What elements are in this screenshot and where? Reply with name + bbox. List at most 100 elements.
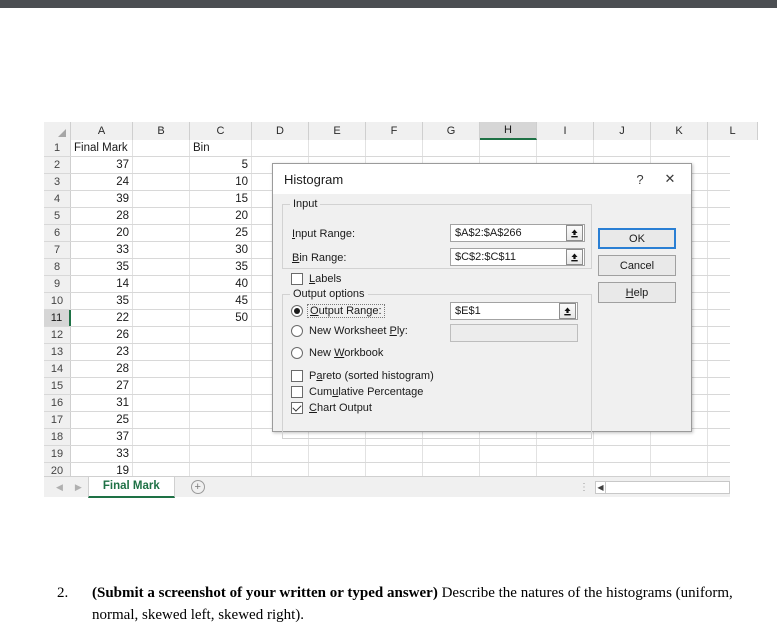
cell-L10[interactable] [708,293,730,309]
row-header-17[interactable]: 17 [44,412,71,428]
cell-D1[interactable] [252,140,309,156]
cell-A8[interactable]: 35 [71,259,133,275]
cell-C14[interactable] [190,361,252,377]
chart-output-checkbox[interactable] [291,402,303,414]
cell-L16[interactable] [708,395,730,411]
cumulative-percentage-checkbox[interactable] [291,386,303,398]
output-range-input[interactable] [451,303,559,319]
output-range-field[interactable] [450,302,578,320]
sheet-tab-final-mark[interactable]: Final Mark [87,476,175,498]
new-worksheet-ply-field[interactable] [450,324,578,342]
cell-A17[interactable]: 25 [71,412,133,428]
row-header-7[interactable]: 7 [44,242,71,258]
cell-K19[interactable] [651,446,708,462]
cell-L2[interactable] [708,157,730,173]
horizontal-scrollbar[interactable]: ◀ [595,480,730,494]
cell-I1[interactable] [537,140,594,156]
row-header-13[interactable]: 13 [44,344,71,360]
column-header-a[interactable]: A [71,122,133,140]
prev-sheet-icon[interactable]: ◀ [56,482,63,493]
column-header-k[interactable]: K [651,122,708,140]
labels-checkbox[interactable] [291,273,303,285]
cell-C10[interactable]: 45 [190,293,252,309]
cell-C12[interactable] [190,327,252,343]
bin-range-collapse-icon[interactable] [566,249,583,265]
cell-C8[interactable]: 35 [190,259,252,275]
cell-G1[interactable] [423,140,480,156]
cell-A2[interactable]: 37 [71,157,133,173]
cell-B11[interactable] [133,310,190,326]
row-header-10[interactable]: 10 [44,293,71,309]
cell-B8[interactable] [133,259,190,275]
cell-L18[interactable] [708,429,730,445]
new-worksheet-radio-row[interactable]: New Worksheet Ply: [291,325,408,337]
cell-G19[interactable] [423,446,480,462]
cell-E19[interactable] [309,446,366,462]
cell-L17[interactable] [708,412,730,428]
new-workbook-radio[interactable] [291,347,303,359]
cell-C9[interactable]: 40 [190,276,252,292]
cell-B15[interactable] [133,378,190,394]
select-all-corner[interactable] [44,122,71,140]
cell-B14[interactable] [133,361,190,377]
cell-A11[interactable]: 22 [71,310,133,326]
cell-K1[interactable] [651,140,708,156]
cell-A9[interactable]: 14 [71,276,133,292]
cell-L8[interactable] [708,259,730,275]
cell-B2[interactable] [133,157,190,173]
cell-L7[interactable] [708,242,730,258]
cell-B19[interactable] [133,446,190,462]
cell-A15[interactable]: 27 [71,378,133,394]
ok-button[interactable]: OK [598,228,676,249]
cell-C18[interactable] [190,429,252,445]
cell-A10[interactable]: 35 [71,293,133,309]
cell-L14[interactable] [708,361,730,377]
help-button[interactable]: Help [598,282,676,303]
cell-C13[interactable] [190,344,252,360]
cell-L9[interactable] [708,276,730,292]
new-worksheet-radio[interactable] [291,325,303,337]
bin-range-input[interactable] [451,249,566,265]
cell-L15[interactable] [708,378,730,394]
table-row[interactable]: 19 33 [44,446,730,463]
cell-B4[interactable] [133,191,190,207]
close-icon[interactable]: ✕ [655,167,685,191]
row-header-6[interactable]: 6 [44,225,71,241]
cell-C7[interactable]: 30 [190,242,252,258]
cell-B13[interactable] [133,344,190,360]
cell-A18[interactable]: 37 [71,429,133,445]
help-question-icon[interactable]: ? [625,167,655,191]
cell-A14[interactable]: 28 [71,361,133,377]
cumulative-percentage-checkbox-row[interactable]: Cumulative Percentage [291,386,423,398]
row-header-15[interactable]: 15 [44,378,71,394]
split-handle-icon[interactable]: ⋮ [579,482,589,493]
column-header-h[interactable]: H [480,122,537,140]
row-header-19[interactable]: 19 [44,446,71,462]
row-header-8[interactable]: 8 [44,259,71,275]
row-header-12[interactable]: 12 [44,327,71,343]
row-header-16[interactable]: 16 [44,395,71,411]
cell-A4[interactable]: 39 [71,191,133,207]
cell-L4[interactable] [708,191,730,207]
cell-L5[interactable] [708,208,730,224]
cell-B6[interactable] [133,225,190,241]
row-header-5[interactable]: 5 [44,208,71,224]
bin-range-field[interactable] [450,248,585,266]
column-header-i[interactable]: I [537,122,594,140]
cell-B16[interactable] [133,395,190,411]
cell-C17[interactable] [190,412,252,428]
cell-B5[interactable] [133,208,190,224]
input-range-field[interactable] [450,224,585,242]
cell-H1[interactable] [480,140,537,156]
column-header-g[interactable]: G [423,122,480,140]
chart-output-checkbox-row[interactable]: Chart Output [291,402,372,414]
cell-C3[interactable]: 10 [190,174,252,190]
labels-checkbox-row[interactable]: Labels [291,273,341,285]
new-workbook-radio-row[interactable]: New Workbook [291,347,383,359]
cell-L6[interactable] [708,225,730,241]
column-header-b[interactable]: B [133,122,190,140]
cell-J19[interactable] [594,446,651,462]
cell-A19[interactable]: 33 [71,446,133,462]
cell-L3[interactable] [708,174,730,190]
cell-A16[interactable]: 31 [71,395,133,411]
